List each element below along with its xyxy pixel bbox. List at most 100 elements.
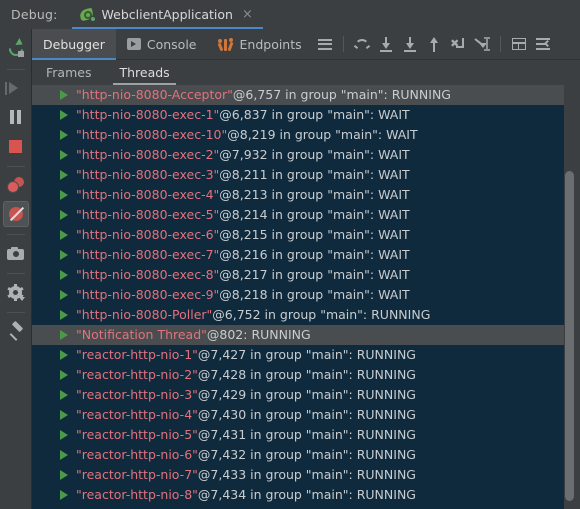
thread-running-icon [60,390,68,400]
settings-button[interactable] [3,279,29,305]
thread-row[interactable]: "http-nio-8080-exec-9" @8,218 in group "m… [32,285,564,305]
spring-boot-icon [78,7,96,22]
thread-name: "http-nio-8080-Poller" [76,307,213,322]
mute-breakpoints-toggle[interactable] [2,201,29,227]
endpoints-icon [217,37,234,51]
thread-name: "reactor-http-nio-4" [76,407,198,422]
tab-debugger[interactable]: Debugger [32,28,116,60]
toolbar-divider [6,234,25,235]
evaluate-expression-button[interactable] [507,32,531,56]
debug-tool-window: Debug: WebclientApplication × Debugger C… [0,0,580,509]
thread-status: @8,215 in group "main": WAIT [219,227,410,242]
debug-label: Debug: [11,7,58,22]
thread-row[interactable]: "reactor-http-nio-1" @7,427 in group "mai… [32,345,564,365]
thread-row[interactable]: "reactor-http-nio-7" @7,433 in group "mai… [32,465,564,485]
subtab-frames[interactable]: Frames [32,65,105,85]
thread-row[interactable]: "reactor-http-nio-5" @7,431 in group "mai… [32,425,564,445]
thread-running-icon [60,370,68,380]
force-step-into-button[interactable] [398,32,422,56]
thread-name: "Notification Thread" [76,327,207,342]
thread-running-icon [60,450,68,460]
force-step-into-icon [403,36,417,52]
thread-row[interactable]: "reactor-http-nio-8" @7,434 in group "mai… [32,485,564,505]
thread-name: "http-nio-8080-Acceptor" [76,87,233,102]
thread-status: @8,216 in group "main": WAIT [219,247,410,262]
thread-name: "reactor-http-nio-8" [76,487,198,502]
step-over-icon [353,37,370,51]
thread-status: @802: RUNNING [206,327,311,342]
rerun-button[interactable] [3,36,29,62]
thread-row[interactable]: "http-nio-8080-exec-8" @8,217 in group "m… [32,265,564,285]
layout-menu-button[interactable] [313,32,337,56]
thread-row[interactable]: "http-nio-8080-exec-4" @8,213 in group "m… [32,185,564,205]
thread-row[interactable]: "http-nio-8080-exec-10" @8,219 in group "… [32,125,564,145]
thread-running-icon [60,330,68,340]
toolbar-divider [342,36,344,52]
step-over-button[interactable] [350,32,374,56]
thread-name: "http-nio-8080-exec-9" [76,287,220,302]
threads-list[interactable]: "http-nio-8080-Acceptor" @6,757 in group … [32,85,564,509]
thread-name: "http-nio-8080-exec-4" [76,187,220,202]
thread-row[interactable]: "http-nio-8080-Acceptor" @6,757 in group … [32,85,564,105]
thread-name: "reactor-http-nio-2" [76,367,198,382]
vertical-scrollbar[interactable] [564,85,574,509]
thread-running-icon [60,110,68,120]
thread-row[interactable]: "reactor-http-nio-6" @7,432 in group "mai… [32,445,564,465]
thread-name: "http-nio-8080-exec-6" [76,227,220,242]
thread-name: "http-nio-8080-exec-10" [76,127,228,142]
thread-row[interactable]: "reactor-http-nio-2" @7,428 in group "mai… [32,365,564,385]
breakpoints-icon [7,177,24,193]
thread-row[interactable]: "http-nio-8080-exec-2" @7,932 in group "m… [32,145,564,165]
pause-icon [10,110,21,124]
run-to-cursor-button[interactable] [470,32,494,56]
drop-frame-icon: ✖ [450,37,465,51]
close-icon[interactable]: × [240,8,253,21]
thread-running-icon [60,190,68,200]
step-out-button[interactable] [422,32,446,56]
thread-row[interactable]: "Notification Thread" @802: RUNNING [32,325,564,345]
thread-status: @7,432 in group "main": RUNNING [197,447,416,462]
thread-status: @7,427 in group "main": RUNNING [197,347,416,362]
thread-running-icon [60,150,68,160]
debug-side-toolbar [0,29,32,509]
step-into-icon [379,36,393,52]
thread-running-icon [60,490,68,500]
scrollbar-thumb[interactable] [565,171,574,501]
thread-name: "http-nio-8080-exec-5" [76,207,220,222]
run-configuration-tab[interactable]: WebclientApplication × [71,0,264,29]
thread-row[interactable]: "reactor-http-nio-3" @7,429 in group "mai… [32,385,564,405]
thread-row[interactable]: "http-nio-8080-exec-3" @8,211 in group "m… [32,165,564,185]
screenshot-button[interactable] [3,240,29,266]
evaluate-icon [511,38,526,50]
thread-row[interactable]: "http-nio-8080-exec-1" @6,837 in group "m… [32,105,564,125]
thread-row[interactable]: "http-nio-8080-exec-5" @8,214 in group "m… [32,205,564,225]
view-breakpoints-button[interactable] [3,172,29,198]
thread-name: "reactor-http-nio-3" [76,387,198,402]
thread-status: @7,429 in group "main": RUNNING [197,387,416,402]
thread-running-icon [60,250,68,260]
mute-breakpoints-icon [8,206,24,222]
thread-name: "http-nio-8080-exec-1" [76,107,220,122]
drop-frame-button[interactable]: ✖ [446,32,470,56]
debug-titlebar: Debug: WebclientApplication × [0,0,580,29]
thread-row[interactable]: "http-nio-8080-exec-7" @8,216 in group "m… [32,245,564,265]
thread-running-icon [60,90,68,100]
thread-running-icon [60,290,68,300]
thread-status: @8,211 in group "main": WAIT [219,167,410,182]
pin-tab-button[interactable] [3,318,29,344]
step-into-button[interactable] [374,32,398,56]
thread-name: "reactor-http-nio-7" [76,467,198,482]
pause-program-button[interactable] [3,104,29,130]
resume-program-button[interactable] [3,75,29,101]
tab-console[interactable]: Console [116,29,208,60]
toolbar-divider [6,69,25,70]
thread-status: @7,434 in group "main": RUNNING [197,487,416,502]
debugger-settings-button[interactable] [531,32,555,56]
stop-button[interactable] [3,133,29,159]
thread-row[interactable]: "http-nio-8080-exec-6" @8,215 in group "m… [32,225,564,245]
thread-row[interactable]: "http-nio-8080-Poller" @6,752 in group "m… [32,305,564,325]
thread-row[interactable]: "reactor-http-nio-4" @7,430 in group "mai… [32,405,564,425]
step-out-icon [427,36,441,52]
subtab-threads[interactable]: Threads [105,65,183,85]
tab-endpoints[interactable]: Endpoints [208,29,313,60]
